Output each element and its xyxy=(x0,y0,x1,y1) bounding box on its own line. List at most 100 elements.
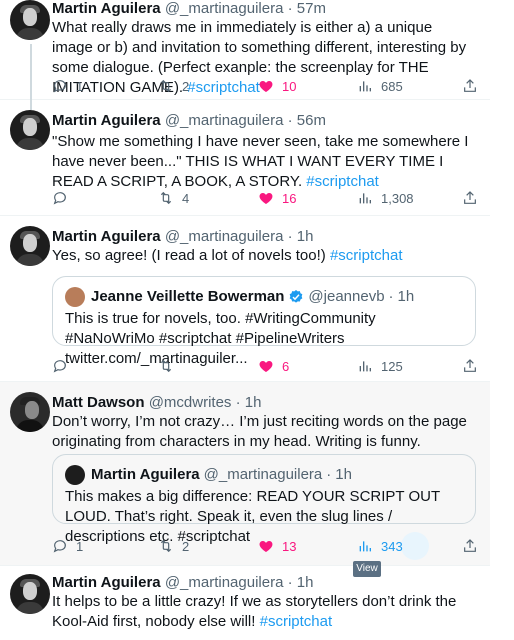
tweet[interactable]: Matt Dawson @mcdwrites · 1h Don’t worry,… xyxy=(0,382,490,566)
view-count: 343 xyxy=(381,538,403,554)
tweet[interactable]: Martin Aguilera @_martinaguilera · 1h Ye… xyxy=(0,216,490,382)
reply-button[interactable]: 1 xyxy=(52,536,83,556)
hashtag-link[interactable]: #scriptchat xyxy=(260,613,333,630)
retweet-button[interactable]: 4 xyxy=(158,188,189,208)
timestamp[interactable]: 1h xyxy=(297,574,314,591)
like-count: 16 xyxy=(282,190,297,206)
tweet-header: Martin Aguilera @_martinaguilera · 56m xyxy=(52,112,326,130)
quote-author-handle: @_martinaguilera xyxy=(203,466,323,483)
share-icon xyxy=(464,191,476,204)
author-name[interactable]: Matt Dawson xyxy=(52,394,145,411)
heart-icon xyxy=(259,193,273,204)
reply-count: 1 xyxy=(76,78,84,94)
share-button[interactable] xyxy=(462,76,486,96)
separator: · xyxy=(388,288,394,305)
tweet-text: Don’t worry, I’m not crazy… I’m just rec… xyxy=(52,413,467,450)
share-button[interactable] xyxy=(462,188,486,208)
reply-icon xyxy=(53,360,66,373)
quote-timestamp: 1h xyxy=(397,288,415,305)
action-bar: 4 16 1,308 xyxy=(52,188,482,208)
like-button[interactable]: 6 xyxy=(258,356,289,376)
views-button[interactable]: 1,308 xyxy=(357,188,414,208)
tweet[interactable]: Martin Aguilera @_martinaguilera · 57m W… xyxy=(0,0,490,102)
separator: · xyxy=(287,0,293,17)
views-button[interactable]: 685 xyxy=(357,76,403,96)
reply-icon xyxy=(53,540,66,553)
heart-icon xyxy=(259,361,273,372)
like-count: 10 xyxy=(282,78,297,94)
separator: · xyxy=(287,574,293,591)
author-name[interactable]: Martin Aguilera xyxy=(52,0,161,17)
separator: · xyxy=(287,112,293,129)
retweet-button[interactable]: 2 xyxy=(158,536,189,556)
avatar[interactable] xyxy=(10,226,50,266)
reply-button[interactable] xyxy=(52,188,76,208)
timestamp[interactable]: 57m xyxy=(297,0,326,17)
views-icon xyxy=(359,541,371,552)
quote-timestamp: 1h xyxy=(335,466,352,483)
retweet-button[interactable]: 2 xyxy=(158,76,189,96)
retweet-count: 4 xyxy=(182,190,190,206)
like-button[interactable]: 13 xyxy=(258,536,296,556)
author-handle[interactable]: @_martinaguilera xyxy=(165,574,284,591)
tweet[interactable]: Martin Aguilera @_martinaguilera · 56m "… xyxy=(0,100,490,216)
quote-header: Martin Aguilera @_martinaguilera · 1h xyxy=(65,465,352,485)
views-button[interactable]: 125 xyxy=(357,356,403,376)
like-button[interactable] xyxy=(258,636,282,640)
quote-author-name: Jeanne Veillette Bowerman xyxy=(91,288,285,305)
avatar[interactable] xyxy=(10,392,50,432)
author-handle[interactable]: @_martinaguilera xyxy=(165,112,284,129)
tweet-header: Matt Dawson @mcdwrites · 1h xyxy=(52,394,261,412)
like-button[interactable]: 10 xyxy=(258,76,296,96)
quote-header: Jeanne Veillette Bowerman @jeannevb · 1h xyxy=(65,287,414,307)
tweet[interactable]: Martin Aguilera @_martinaguilera · 1h It… xyxy=(0,566,490,640)
author-name[interactable]: Martin Aguilera xyxy=(52,112,161,129)
reply-icon xyxy=(53,192,66,205)
quoted-tweet[interactable]: Jeanne Veillette Bowerman @jeannevb · 1h… xyxy=(52,276,476,367)
retweet-button[interactable] xyxy=(158,356,182,376)
hashtag-link[interactable]: #scriptchat xyxy=(330,247,403,264)
avatar[interactable] xyxy=(10,574,50,614)
quote-author-name: Martin Aguilera xyxy=(91,466,200,483)
author-handle[interactable]: @mcdwrites xyxy=(149,394,232,411)
view-count: 125 xyxy=(381,358,403,374)
views-button[interactable]: 343 xyxy=(357,536,403,556)
thread-line xyxy=(30,100,32,110)
author-name[interactable]: Martin Aguilera xyxy=(52,574,161,591)
quote-avatar xyxy=(65,287,85,307)
tweet-text: "Show me something I have never seen, ta… xyxy=(52,132,472,192)
retweet-icon xyxy=(160,359,172,373)
views-icon xyxy=(359,81,371,92)
retweet-count: 2 xyxy=(182,538,190,554)
author-handle[interactable]: @_martinaguilera xyxy=(165,228,284,245)
author-handle[interactable]: @_martinaguilera xyxy=(165,0,284,17)
share-icon xyxy=(464,359,476,372)
tweet-body: It helps to be a little crazy! If we as … xyxy=(52,593,457,630)
tweet-text: Yes, so agree! (I read a lot of novels t… xyxy=(52,246,472,266)
avatar[interactable] xyxy=(10,0,50,40)
heart-icon xyxy=(259,541,273,552)
reply-button[interactable] xyxy=(52,356,76,376)
author-name[interactable]: Martin Aguilera xyxy=(52,228,161,245)
heart-icon xyxy=(259,81,273,92)
share-icon xyxy=(464,79,476,92)
separator: · xyxy=(235,394,241,411)
tweet-body: Yes, so agree! (I read a lot of novels t… xyxy=(52,247,326,264)
share-button[interactable] xyxy=(462,536,486,556)
tweet-header: Martin Aguilera @_martinaguilera · 1h xyxy=(52,228,313,246)
timestamp[interactable]: 56m xyxy=(297,112,326,129)
reply-button[interactable]: 1 xyxy=(52,76,83,96)
share-button[interactable] xyxy=(462,356,486,376)
avatar[interactable] xyxy=(10,110,50,150)
tweet-text: It helps to be a little crazy! If we as … xyxy=(52,592,472,632)
view-count: 685 xyxy=(381,78,403,94)
timeline: Martin Aguilera @_martinaguilera · 57m W… xyxy=(0,0,490,640)
like-button[interactable]: 16 xyxy=(258,188,296,208)
quoted-tweet[interactable]: Martin Aguilera @_martinaguilera · 1h Th… xyxy=(52,454,476,545)
views-icon xyxy=(359,193,371,204)
separator: · xyxy=(287,228,293,245)
reply-count: 1 xyxy=(76,538,84,554)
timestamp[interactable]: 1h xyxy=(297,228,314,245)
timestamp[interactable]: 1h xyxy=(245,394,262,411)
like-count: 13 xyxy=(282,538,297,554)
